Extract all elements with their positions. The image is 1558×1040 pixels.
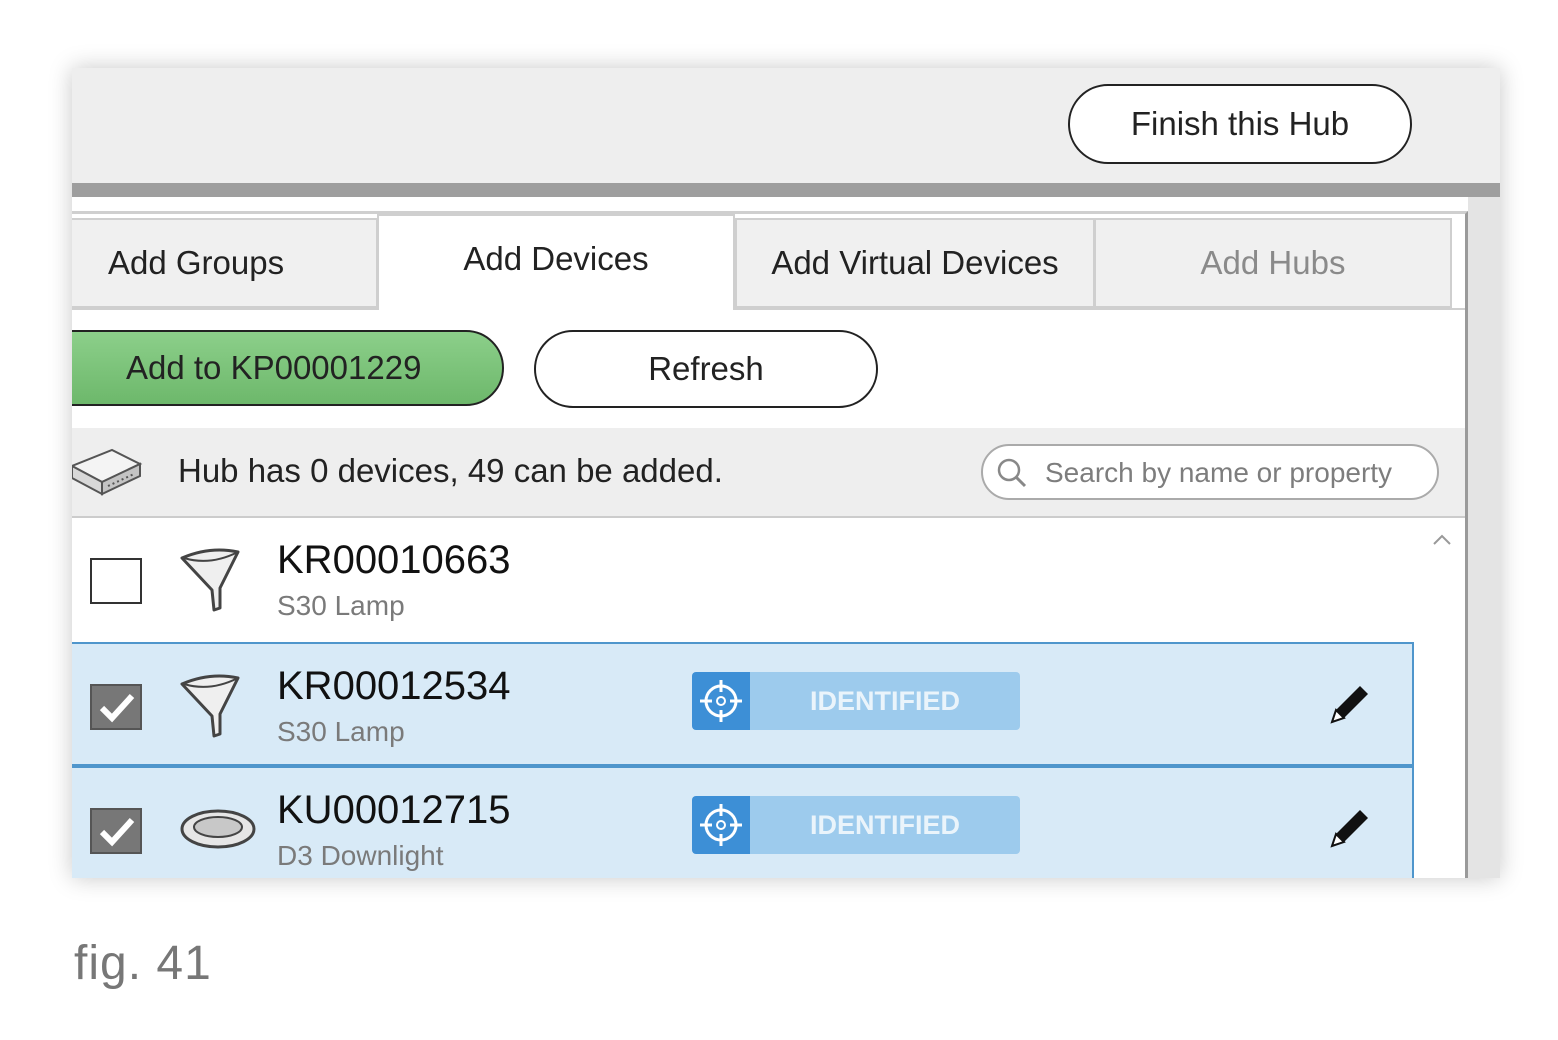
- pencil-icon[interactable]: [1324, 802, 1376, 859]
- device-list: KR00010663 S30 Lamp KR00012534 S30 Lamp: [72, 518, 1465, 878]
- device-name: KR00012534: [277, 664, 511, 708]
- device-name: KU00012715: [277, 788, 511, 832]
- downlight-icon: [178, 806, 258, 857]
- identified-label: IDENTIFIED: [750, 672, 1020, 730]
- main-panel: Add Groups Add Devices Add Virtual Devic…: [72, 211, 1468, 878]
- pencil-icon[interactable]: [1324, 678, 1376, 735]
- identify-badge[interactable]: IDENTIFIED: [692, 672, 1020, 730]
- search-input[interactable]: [1043, 453, 1427, 493]
- device-checkbox[interactable]: [90, 684, 142, 730]
- top-bar: Finish this Hub: [72, 68, 1500, 183]
- device-row[interactable]: KR00010663 S30 Lamp: [72, 518, 1414, 642]
- status-bar: Hub has 0 devices, 49 can be added.: [72, 428, 1465, 518]
- figure-caption: fig. 41: [74, 937, 212, 990]
- scroll-up-icon[interactable]: [1428, 526, 1456, 554]
- device-checkbox[interactable]: [90, 558, 142, 604]
- tab-add-groups[interactable]: Add Groups: [72, 218, 378, 308]
- device-name: KR00010663: [277, 538, 511, 582]
- device-row[interactable]: KU00012715 D3 Downlight IDENTIFIED: [72, 766, 1414, 878]
- device-type: S30 Lamp: [277, 716, 405, 747]
- app-window: Finish this Hub Add Groups Add Devices A…: [72, 68, 1500, 878]
- device-row[interactable]: KR00012534 S30 Lamp IDENTIFIED: [72, 642, 1414, 766]
- tab-add-devices[interactable]: Add Devices: [377, 214, 735, 310]
- device-type: D3 Downlight: [277, 840, 444, 871]
- lamp-icon: [176, 544, 244, 621]
- search-icon: [995, 456, 1029, 495]
- identify-badge[interactable]: IDENTIFIED: [692, 796, 1020, 854]
- tab-add-virtual-devices[interactable]: Add Virtual Devices: [735, 218, 1095, 308]
- add-to-hub-button[interactable]: Add to KP00001229: [72, 330, 504, 406]
- identified-label: IDENTIFIED: [750, 796, 1020, 854]
- tab-bar: Add Groups Add Devices Add Virtual Devic…: [72, 214, 1465, 310]
- hub-icon: [72, 444, 144, 505]
- device-checkbox[interactable]: [90, 808, 142, 854]
- window-gutter: [1468, 197, 1500, 878]
- crosshair-icon: [692, 796, 750, 854]
- lamp-icon: [176, 670, 244, 747]
- device-type: S30 Lamp: [277, 590, 405, 621]
- action-bar: Add to KP00001229 Refresh: [72, 310, 1465, 428]
- hub-status-text: Hub has 0 devices, 49 can be added.: [178, 452, 723, 489]
- refresh-button[interactable]: Refresh: [534, 330, 878, 408]
- crosshair-icon: [692, 672, 750, 730]
- header-divider: [72, 183, 1500, 197]
- finish-hub-button[interactable]: Finish this Hub: [1068, 84, 1412, 164]
- tab-add-hubs: Add Hubs: [1094, 218, 1452, 308]
- search-box[interactable]: [981, 444, 1439, 500]
